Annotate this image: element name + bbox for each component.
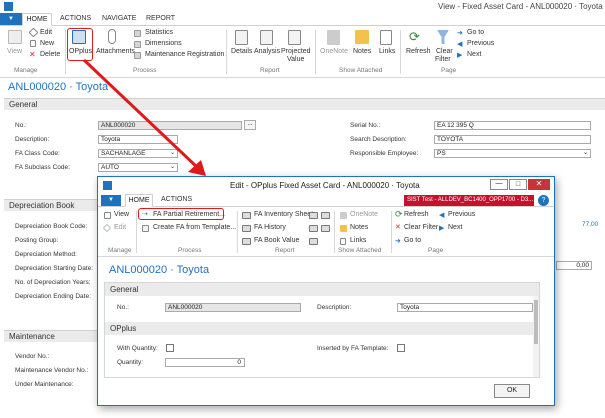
inserted-by-template-checkbox[interactable] xyxy=(397,344,405,352)
dialog-ribbon-separator xyxy=(237,211,238,253)
dialog-oplus-header[interactable]: OPplus xyxy=(105,322,539,335)
dialog-tab-bar: ▼ HOME ACTIONS SIST Test - ALLDEV_BC1400… xyxy=(98,194,554,207)
dialog-next-icon: ▶ xyxy=(439,225,445,232)
dialog-previous-button[interactable]: Previous xyxy=(448,211,475,218)
dialog-description-label: Description: xyxy=(317,304,352,311)
create-from-template-button[interactable]: Create FA from Template... xyxy=(153,224,236,231)
partial-retirement-icon: ⇢ xyxy=(142,211,148,218)
dialog-ribbon-separator xyxy=(334,211,335,253)
dialog-clear-filter-button[interactable]: Clear Filter xyxy=(404,224,438,231)
dialog-title: Edit - OPplus Fixed Asset Card - ANL0000… xyxy=(230,181,420,190)
help-icon[interactable]: ? xyxy=(538,195,549,206)
dialog-app-menu-button[interactable]: ▼ xyxy=(101,195,121,206)
env-badge: SIST Test - ALLDEV_BC1400_OPP1700 - D3..… xyxy=(404,195,534,206)
dialog-ribbon-separator xyxy=(391,211,392,253)
maximize-button[interactable]: □ xyxy=(509,179,527,190)
partial-retirement-button[interactable]: FA Partial Retirement... xyxy=(153,211,225,218)
annotation-arrow-line xyxy=(82,58,200,170)
dialog-group-show-attached-label: Show Attached xyxy=(338,247,382,254)
inventory-sheet-icon xyxy=(242,212,251,219)
report-printer-icon[interactable] xyxy=(321,212,330,219)
dialog-oplus-title: OPplus xyxy=(110,324,137,333)
ok-button[interactable]: OK xyxy=(494,384,530,398)
dialog-refresh-button[interactable]: Refresh xyxy=(404,211,429,218)
dialog-group-page-label: Page xyxy=(428,247,444,254)
minimize-button[interactable]: — xyxy=(490,179,508,190)
dialog-group-process-label: Process xyxy=(178,247,202,254)
dialog-title-bar: Edit - OPplus Fixed Asset Card - ANL0000… xyxy=(98,177,554,194)
dialog-general-header[interactable]: General xyxy=(105,283,539,296)
history-icon xyxy=(242,225,251,232)
book-value-button[interactable]: FA Book Value xyxy=(254,237,299,244)
dialog-edit-button[interactable]: Edit xyxy=(114,224,126,231)
dialog-tab-home[interactable]: HOME xyxy=(125,194,153,207)
dialog-group-report-label: Report xyxy=(275,247,295,254)
dialog-next-button[interactable]: Next xyxy=(448,224,462,231)
report-printer-icon[interactable] xyxy=(309,225,318,232)
report-printer-icon[interactable] xyxy=(309,238,318,245)
dialog-tab-actions[interactable]: ACTIONS xyxy=(161,196,192,203)
inserted-by-template-label: Inserted by FA Template: xyxy=(317,345,389,352)
dialog-scrollbar[interactable] xyxy=(533,296,539,377)
inventory-sheet-button[interactable]: FA Inventory Sheet xyxy=(254,211,313,218)
dialog-scrollbar-thumb[interactable] xyxy=(534,300,538,344)
dialog-general-title: General xyxy=(110,285,139,294)
dialog-edit-icon xyxy=(102,223,112,233)
dialog-clear-filter-icon: ✕ xyxy=(395,224,401,231)
dialog-view-icon xyxy=(104,212,111,219)
history-button[interactable]: FA History xyxy=(254,224,286,231)
dialog-goto-button[interactable]: Go to xyxy=(404,237,421,244)
dialog-previous-icon: ◀ xyxy=(439,212,445,219)
dialog-app-logo-icon xyxy=(103,181,112,190)
with-quantity-checkbox[interactable] xyxy=(166,344,174,352)
close-button[interactable]: ✕ xyxy=(528,179,550,190)
dialog-no-field[interactable]: ANL000020 xyxy=(165,303,301,312)
quantity-field[interactable]: 0 xyxy=(165,358,245,367)
dialog-notes-icon xyxy=(340,225,347,232)
dialog-description-field[interactable]: Toyota xyxy=(397,303,533,312)
dialog-links-icon xyxy=(340,238,346,245)
quantity-label: Quantity: xyxy=(117,359,144,366)
dialog-no-label: No.: xyxy=(117,304,129,311)
dialog-goto-icon: ➜ xyxy=(395,238,401,245)
dialog-notes-button[interactable]: Notes xyxy=(350,224,368,231)
dialog-ribbon-separator xyxy=(136,211,137,253)
report-printer-icon[interactable] xyxy=(321,225,330,232)
dialog-window: Edit - OPplus Fixed Asset Card - ANL0000… xyxy=(97,176,555,406)
dialog-view-button[interactable]: View xyxy=(114,211,129,218)
create-from-template-icon xyxy=(142,225,149,232)
dialog-ribbon: View Edit Manage ⇢ FA Partial Retirement… xyxy=(98,207,554,257)
book-value-icon xyxy=(242,238,251,245)
dialog-refresh-icon: ⟳ xyxy=(395,209,403,219)
report-printer-icon[interactable] xyxy=(309,212,318,219)
dialog-page-title: ANL000020 · Toyota xyxy=(109,264,210,276)
with-quantity-label: With Quantity: xyxy=(117,345,158,352)
dialog-links-button[interactable]: Links xyxy=(350,237,366,244)
dialog-content: General No.: ANL000020 Description: Toyo… xyxy=(104,282,540,378)
dialog-onenote-icon xyxy=(340,212,347,219)
dialog-onenote-button[interactable]: OneNote xyxy=(350,211,378,218)
dialog-group-manage-label: Manage xyxy=(108,247,132,254)
